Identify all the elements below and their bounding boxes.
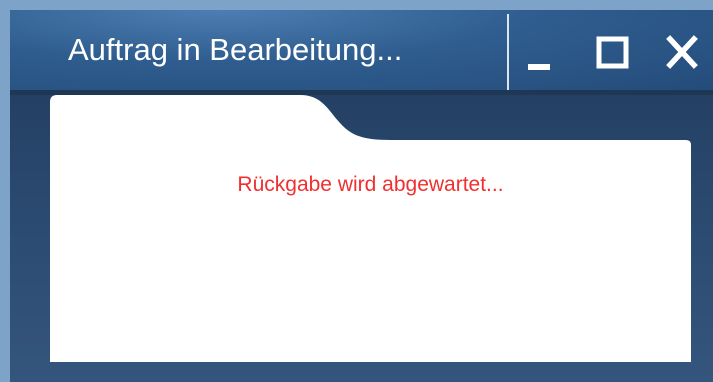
dialog-window: Auftrag in Bearbeitung... Rückgabe wird … — [10, 10, 713, 382]
status-message: Rückgabe wird abgewartet... — [237, 173, 504, 196]
